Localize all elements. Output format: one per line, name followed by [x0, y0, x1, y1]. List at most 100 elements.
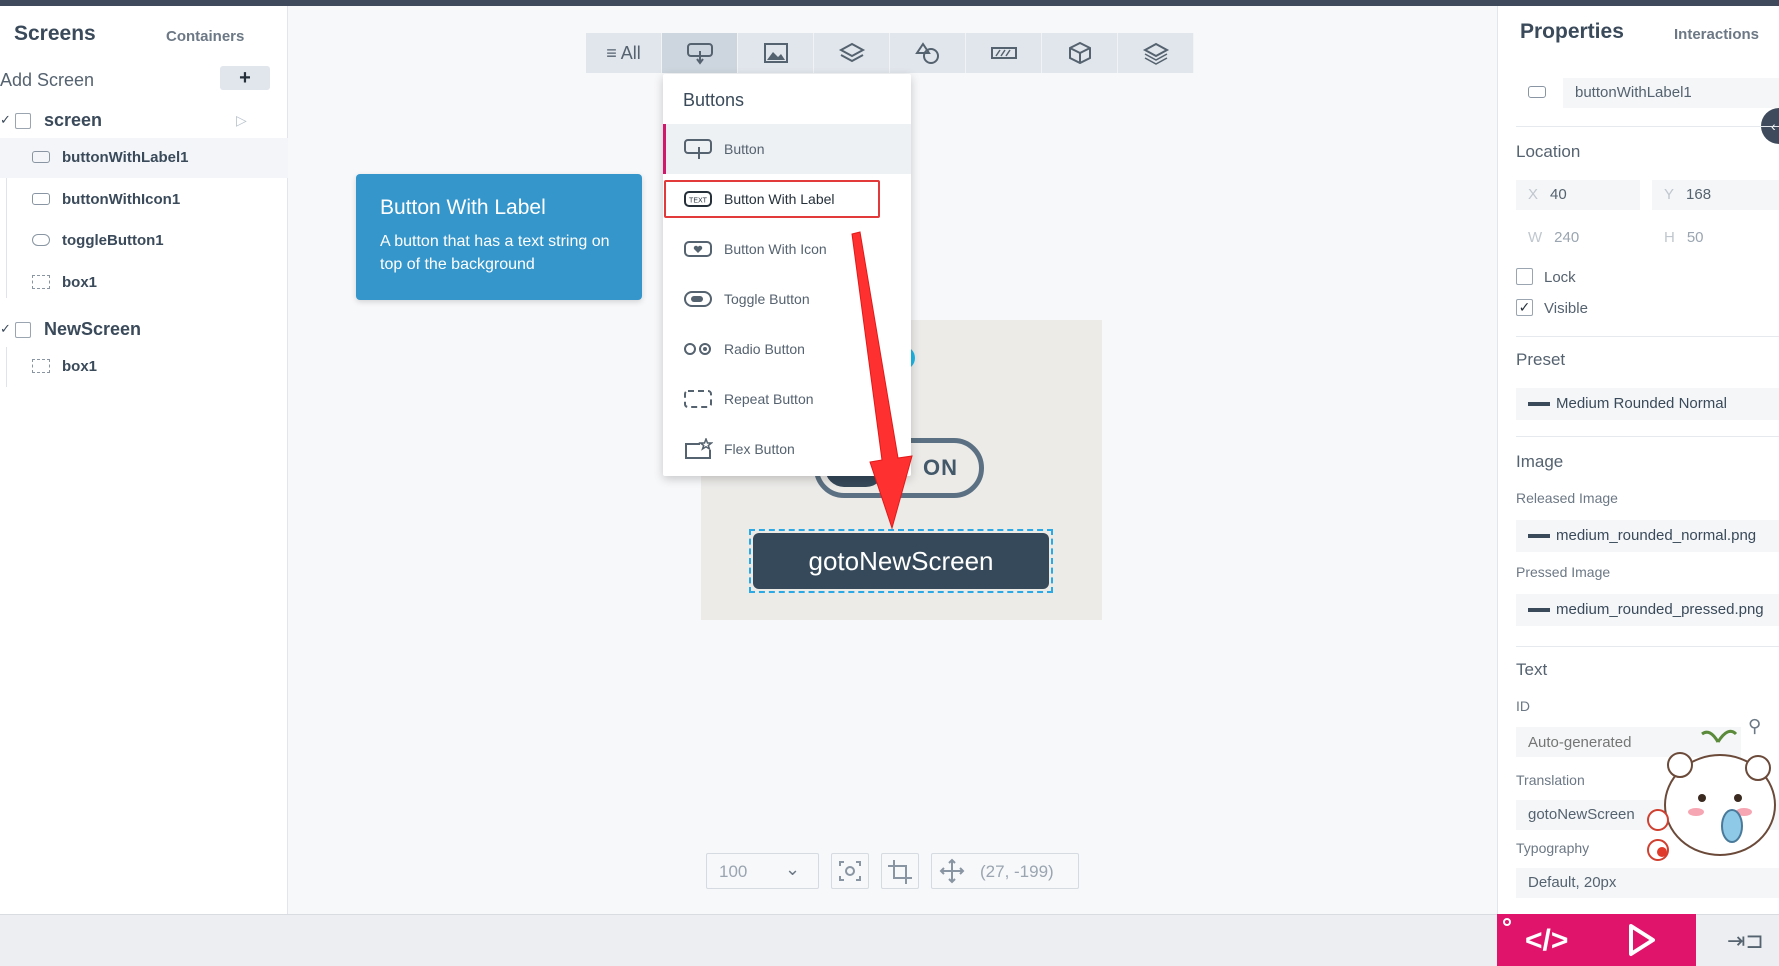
- all-widgets-button[interactable]: ≡ All: [586, 33, 662, 73]
- screens-panel: Screens Containers Add Screen + ✓ screen…: [0, 6, 288, 914]
- id-label: ID: [1516, 698, 1530, 714]
- dropdown-item-label: Button: [724, 141, 765, 157]
- image-swatch: [1528, 608, 1550, 612]
- button-label-icon: [32, 151, 50, 163]
- pressed-image-label: Pressed Image: [1516, 564, 1611, 580]
- h-label: H: [1664, 229, 1675, 246]
- tab-properties[interactable]: Properties: [1520, 20, 1624, 44]
- image-title: Image: [1516, 452, 1564, 471]
- run-simulator-button[interactable]: [1627, 922, 1657, 958]
- text-title: Text: [1516, 660, 1548, 679]
- chevron-down-icon: ⌄: [785, 859, 801, 879]
- button-icon: [684, 139, 712, 159]
- tab-interactions[interactable]: Interactions: [1674, 26, 1759, 43]
- dropdown-item-label: Flex Button: [724, 441, 795, 457]
- tooltip-title: Button With Label: [380, 196, 546, 219]
- box-icon: [32, 275, 50, 289]
- divider: [1516, 126, 1779, 127]
- screen-checkbox[interactable]: [15, 322, 31, 338]
- toggle-icon: [32, 234, 50, 246]
- image-swatch: [1528, 534, 1550, 538]
- w-label: W: [1528, 229, 1543, 246]
- released-image-select[interactable]: medium_rounded_normal.png: [1516, 520, 1779, 552]
- screen-checkbox[interactable]: [15, 113, 31, 129]
- toggle-icon: [684, 291, 712, 307]
- released-image-value: medium_rounded_normal.png: [1556, 527, 1757, 544]
- flex-icon: [685, 438, 713, 459]
- chevron-down-icon[interactable]: ✓: [0, 112, 11, 128]
- zoom-select[interactable]: 100 ⌄: [706, 853, 819, 889]
- chevron-down-icon[interactable]: ✓: [0, 321, 11, 337]
- dropdown-item-label: Radio Button: [724, 341, 805, 357]
- typography-field[interactable]: Default, 20px: [1516, 868, 1779, 898]
- buttons-category-button[interactable]: [662, 33, 738, 73]
- screen-name: NewScreen: [44, 319, 142, 339]
- crop-button[interactable]: [881, 853, 919, 889]
- tooltip-description: A button that has a text string on top o…: [380, 233, 610, 273]
- preset-select[interactable]: Medium Rounded Normal: [1516, 388, 1779, 420]
- shapes-icon: [914, 42, 939, 64]
- w-field[interactable]: W 240: [1516, 223, 1640, 253]
- y-value: 168: [1686, 186, 1712, 203]
- button-icon-icon: [32, 193, 50, 205]
- status-dot-icon: [1503, 918, 1511, 926]
- y-field[interactable]: Y 168: [1652, 180, 1779, 210]
- preset-title: Preset: [1516, 350, 1566, 369]
- add-screen-button[interactable]: +: [220, 66, 270, 90]
- tree-item-box1[interactable]: box1: [0, 263, 288, 303]
- dropdown-item-label: Repeat Button: [724, 391, 814, 407]
- layers-category-button[interactable]: [1118, 33, 1194, 73]
- preset-swatch: [1528, 402, 1550, 406]
- containers-category-button[interactable]: [814, 33, 890, 73]
- tree-item-buttonwithlabel1[interactable]: buttonWithLabel1: [0, 138, 288, 178]
- x-field[interactable]: X 40: [1516, 180, 1640, 210]
- tab-screens[interactable]: Screens: [14, 22, 96, 46]
- tab-containers[interactable]: Containers: [166, 28, 244, 45]
- h-value: 50: [1686, 229, 1704, 246]
- coordinates-readout: (27, -199): [980, 862, 1054, 881]
- dropdown-item-button[interactable]: Button: [663, 124, 911, 174]
- progress-icon: [990, 47, 1017, 59]
- widget-tooltip: Button With Label A button that has a te…: [356, 174, 642, 300]
- tree-item-togglebutton1[interactable]: toggleButton1: [0, 221, 288, 261]
- tree-item-buttonwithicon1[interactable]: buttonWithIcon1: [0, 180, 288, 220]
- tree-item-label: toggleButton1: [62, 232, 164, 249]
- x-label: X: [1528, 186, 1539, 203]
- progress-category-button[interactable]: [966, 33, 1042, 73]
- element-name-field[interactable]: buttonWithLabel1: [1563, 78, 1779, 108]
- exit-icon[interactable]: ⇥⊐: [1727, 928, 1764, 954]
- 3d-category-button[interactable]: [1042, 33, 1118, 73]
- lock-checkbox[interactable]: [1516, 268, 1533, 285]
- images-category-button[interactable]: [738, 33, 814, 73]
- location-title: Location: [1516, 142, 1581, 161]
- tree-screen-screen[interactable]: ✓ screen ▷: [0, 104, 288, 138]
- tree-item-box1[interactable]: box1: [0, 347, 288, 387]
- y-label: Y: [1664, 186, 1675, 203]
- image-icon: [763, 43, 788, 63]
- move-coordinates[interactable]: (27, -199): [931, 853, 1079, 889]
- shapes-category-button[interactable]: [890, 33, 966, 73]
- red-arrow-annotation: [851, 231, 913, 530]
- code-run-panel: </>: [1497, 914, 1696, 966]
- code-button[interactable]: </>: [1525, 924, 1568, 958]
- screen-name: screen: [44, 110, 103, 130]
- divider: [1516, 436, 1779, 437]
- visible-label: Visible: [1544, 300, 1588, 317]
- lock-label: Lock: [1544, 269, 1576, 286]
- divider: [1516, 336, 1779, 337]
- released-image-label: Released Image: [1516, 490, 1618, 506]
- toggle-on-text: ON: [923, 455, 958, 480]
- goto-button-label: gotoNewScreen: [753, 533, 1049, 589]
- box-icon: [32, 359, 50, 373]
- crop-icon: [888, 860, 912, 884]
- tree-item-label: box1: [62, 274, 98, 291]
- play-icon[interactable]: ▷: [236, 112, 247, 129]
- focus-icon: [839, 861, 861, 881]
- fit-screen-button[interactable]: [831, 853, 869, 889]
- pressed-image-select[interactable]: medium_rounded_pressed.png: [1516, 594, 1779, 626]
- tree-item-label: buttonWithIcon1: [62, 191, 181, 208]
- h-field[interactable]: H 50: [1652, 223, 1779, 253]
- tree-screen-newscreen[interactable]: ✓ NewScreen: [0, 313, 288, 347]
- visible-checkbox[interactable]: ✓: [1516, 299, 1533, 316]
- preset-value: Medium Rounded Normal: [1556, 395, 1727, 412]
